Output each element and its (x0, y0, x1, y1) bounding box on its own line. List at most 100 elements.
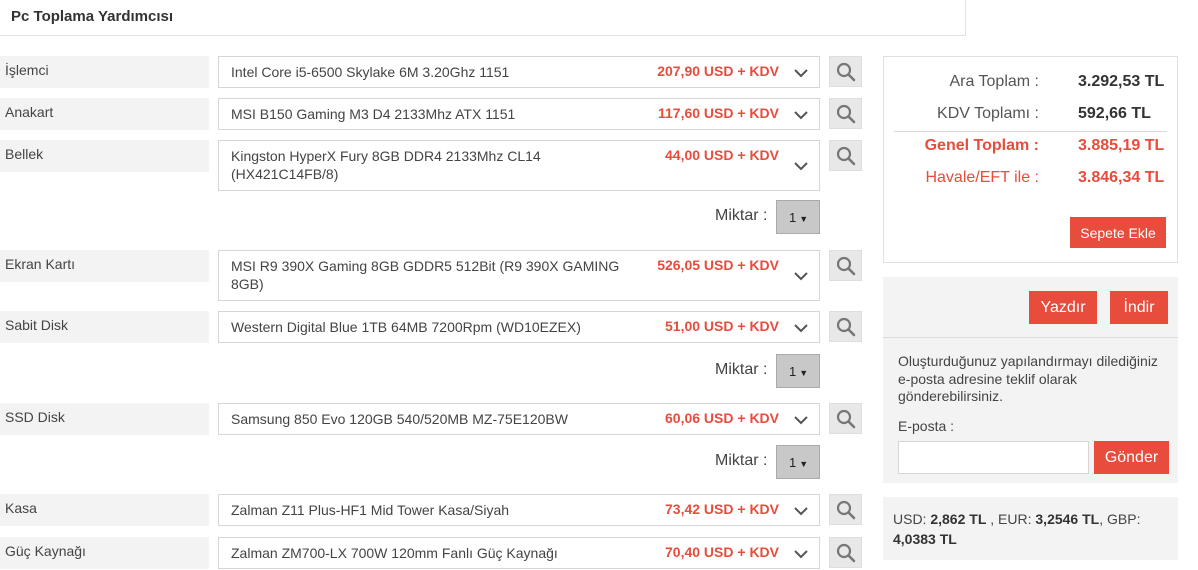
magnifier-icon (836, 500, 855, 519)
caret-down-icon: ▼ (799, 214, 809, 224)
transfer-row: Havale/EFT ile : 3.846,34 TL (884, 169, 1177, 191)
chevron-down-icon (794, 416, 808, 425)
quantity-select-ssd-disk[interactable]: 1 ▼ (776, 445, 820, 479)
select-ekran-karti[interactable]: MSI R9 390X Gaming 8GB GDDR5 512Bit (R9 … (218, 250, 820, 301)
quantity-value: 1 (789, 455, 797, 470)
send-button[interactable]: Gönder (1094, 441, 1169, 474)
transfer-value: 3.846,34 TL (1078, 169, 1165, 186)
magnifier-icon (836, 409, 855, 428)
label-sabit-disk: Sabit Disk (0, 311, 209, 343)
email-info-text: Oluşturduğunuz yapılandırmayı dilediğini… (898, 353, 1158, 404)
exchange-rates: USD: 2,862 TL , EUR: 3,2546 TL, GBP: 4,0… (883, 497, 1178, 560)
chevron-down-icon (794, 162, 808, 171)
label-ssd-disk: SSD Disk (0, 403, 209, 435)
summary-divider (894, 131, 1167, 132)
eur-value: 3,2546 TL (1035, 511, 1100, 527)
quantity-value: 1 (789, 210, 797, 225)
product-name: Western Digital Blue 1TB 64MB 7200Rpm (W… (231, 319, 581, 335)
product-name: Intel Core i5-6500 Skylake 6M 3.20Ghz 11… (231, 64, 510, 80)
page-header: Pc Toplama Yardımcısı (0, 0, 966, 36)
chevron-down-icon (794, 272, 808, 281)
product-price: 44,00 USD + KDV (665, 147, 779, 163)
label-anakart: Anakart (0, 98, 209, 130)
magnifier-icon (836, 317, 855, 336)
chevron-down-icon (794, 550, 808, 559)
chevron-down-icon (794, 324, 808, 333)
grand-total-row: Genel Toplam : 3.885,19 TL (884, 137, 1177, 159)
magnifier-icon (836, 146, 855, 165)
eur-label: , EUR: (990, 511, 1032, 527)
label-guc-kaynagi: Güç Kaynağı (0, 537, 209, 569)
magnifier-icon (836, 62, 855, 81)
chevron-down-icon (794, 111, 808, 120)
magnifier-icon (836, 104, 855, 123)
vat-row: KDV Toplamı : 592,66 TL (884, 105, 1177, 127)
product-price: 73,42 USD + KDV (665, 501, 779, 517)
subtotal-value: 3.292,53 TL (1078, 73, 1165, 90)
select-guc-kaynagi[interactable]: Zalman ZM700-LX 700W 120mm Fanlı Güç Kay… (218, 537, 820, 569)
chevron-down-icon (794, 69, 808, 78)
chevron-down-icon (794, 507, 808, 516)
product-price: 70,40 USD + KDV (665, 544, 779, 560)
usd-label: USD: (893, 511, 927, 527)
grand-total-label: Genel Toplam : (924, 137, 1039, 154)
product-name: MSI B150 Gaming M3 D4 2133Mhz ATX 1151 (231, 106, 516, 122)
label-kasa: Kasa (0, 494, 209, 526)
search-ssd-disk-button[interactable] (829, 403, 862, 434)
quantity-label: Miktar : (715, 361, 768, 378)
subtotal-label: Ara Toplam : (949, 73, 1039, 90)
email-label: E-posta : (898, 418, 955, 434)
product-price: 117,60 USD + KDV (657, 105, 779, 121)
subtotal-row: Ara Toplam : 3.292,53 TL (884, 73, 1177, 95)
select-anakart[interactable]: MSI B150 Gaming M3 D4 2133Mhz ATX 1151 1… (218, 98, 820, 130)
search-ekran-karti-button[interactable] (829, 250, 862, 281)
product-price: 51,00 USD + KDV (665, 318, 779, 334)
print-button[interactable]: Yazdır (1029, 291, 1097, 324)
grand-total-value: 3.885,19 TL (1078, 137, 1165, 154)
product-price: 526,05 USD + KDV (657, 257, 779, 273)
magnifier-icon (836, 256, 855, 275)
add-to-cart-button[interactable]: Sepete Ekle (1070, 217, 1166, 248)
email-input[interactable] (898, 441, 1089, 474)
product-price: 207,90 USD + KDV (657, 63, 779, 79)
label-ekran-karti: Ekran Kartı (0, 250, 209, 282)
select-kasa[interactable]: Zalman Z11 Plus-HF1 Mid Tower Kasa/Siyah… (218, 494, 820, 526)
select-ssd-disk[interactable]: Samsung 850 Evo 120GB 540/520MB MZ-75E12… (218, 403, 820, 435)
quantity-select-sabit-disk[interactable]: 1 ▼ (776, 354, 820, 388)
search-bellek-button[interactable] (829, 140, 862, 171)
gbp-label: , GBP: (1099, 511, 1141, 527)
product-price: 60,06 USD + KDV (665, 410, 779, 426)
caret-down-icon: ▼ (799, 368, 809, 378)
share-panel: Yazdır İndir Oluşturduğunuz yapılandırma… (883, 277, 1178, 483)
price-summary: Ara Toplam : 3.292,53 TL KDV Toplamı : 5… (883, 56, 1178, 263)
caret-down-icon: ▼ (799, 459, 809, 469)
vat-value: 592,66 TL (1078, 105, 1151, 122)
gbp-value: 4,0383 TL (893, 531, 957, 547)
search-guc-kaynagi-button[interactable] (829, 537, 862, 568)
magnifier-icon (836, 543, 855, 562)
select-bellek[interactable]: Kingston HyperX Fury 8GB DDR4 2133Mhz CL… (218, 140, 820, 191)
transfer-label: Havale/EFT ile : (925, 169, 1039, 186)
product-name: Kingston HyperX Fury 8GB DDR4 2133Mhz CL… (231, 148, 541, 182)
download-button[interactable]: İndir (1110, 291, 1168, 324)
quantity-value: 1 (789, 364, 797, 379)
usd-value: 2,862 TL (930, 511, 987, 527)
page-title: Pc Toplama Yardımcısı (11, 8, 174, 25)
search-kasa-button[interactable] (829, 494, 862, 525)
select-islemci[interactable]: Intel Core i5-6500 Skylake 6M 3.20Ghz 11… (218, 56, 820, 88)
product-name: MSI R9 390X Gaming 8GB GDDR5 512Bit (R9 … (231, 258, 620, 292)
select-sabit-disk[interactable]: Western Digital Blue 1TB 64MB 7200Rpm (W… (218, 311, 820, 343)
panel-divider (883, 337, 1178, 338)
label-islemci: İşlemci (0, 56, 209, 88)
search-sabit-disk-button[interactable] (829, 311, 862, 342)
label-bellek: Bellek (0, 140, 209, 172)
quantity-label: Miktar : (715, 207, 768, 224)
product-name: Zalman ZM700-LX 700W 120mm Fanlı Güç Kay… (231, 545, 558, 561)
vat-label: KDV Toplamı : (937, 105, 1039, 122)
search-islemci-button[interactable] (829, 56, 862, 87)
quantity-select-bellek[interactable]: 1 ▼ (776, 200, 820, 234)
product-name: Samsung 850 Evo 120GB 540/520MB MZ-75E12… (231, 411, 568, 427)
search-anakart-button[interactable] (829, 98, 862, 129)
product-name: Zalman Z11 Plus-HF1 Mid Tower Kasa/Siyah (231, 502, 510, 518)
quantity-label: Miktar : (715, 452, 768, 469)
